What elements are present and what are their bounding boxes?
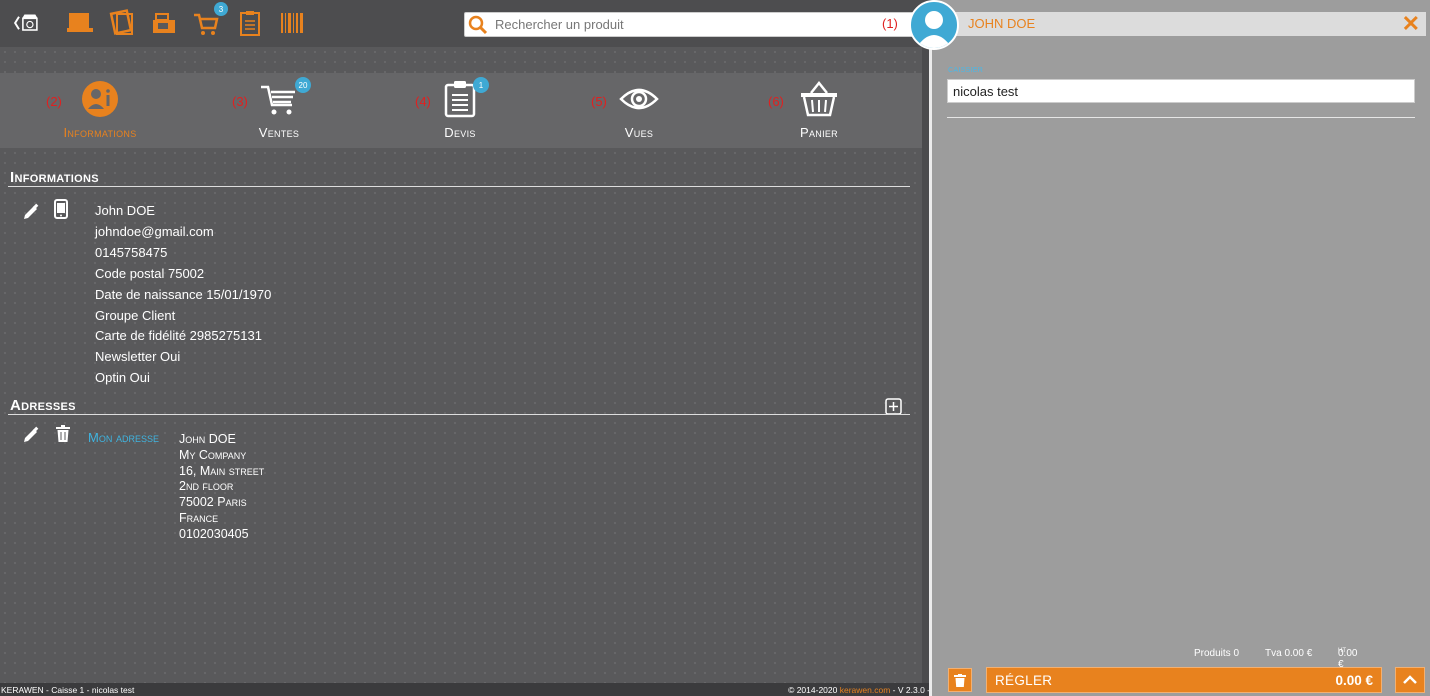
copyright-text: © 2014-2020	[788, 685, 838, 695]
top-toolbar: 3 (1)	[0, 0, 932, 47]
ht-suffix: HT	[1338, 648, 1346, 654]
tab-label: Devis	[444, 125, 476, 140]
cart-count-badge: 3	[214, 2, 228, 16]
quotes-count-badge: 1	[473, 77, 489, 93]
info-line: 0145758475	[95, 244, 168, 260]
marker-1: (1)	[882, 16, 898, 31]
customer-header: JOHN DOE ✕	[932, 12, 1426, 36]
mobile-phone-icon[interactable]	[52, 198, 70, 220]
avatar[interactable]	[909, 0, 959, 50]
footer-copyright: © 2014-2020 kerawen.com - V 2.3.0 -	[788, 685, 930, 695]
customer-details: Informations John DOE johndoe@gmail.com …	[0, 148, 922, 683]
info-line: John DOE	[95, 203, 155, 218]
catalog-icon[interactable]	[108, 9, 136, 37]
cashier-field[interactable]: nicolas test	[947, 79, 1415, 103]
info-line: Groupe Client	[95, 307, 176, 323]
version-text: - V 2.3.0 -	[892, 685, 930, 695]
tab-label: Ventes	[258, 125, 300, 140]
tab-panier[interactable]: Panier	[739, 73, 899, 148]
delete-address-trash-icon[interactable]	[53, 424, 73, 444]
sales-count-badge: 20	[295, 77, 311, 93]
info-line: johndoe@gmail.com	[95, 223, 214, 239]
info-line: Carte de fidélité 2985275131	[95, 328, 262, 344]
clipboard-icon[interactable]	[236, 9, 264, 37]
info-line: Date de naissance 15/01/1970	[95, 286, 272, 302]
edit-address-pencil-icon[interactable]	[20, 424, 42, 446]
pay-amount: 0.00 €	[1335, 673, 1373, 688]
cash-register-icon[interactable]	[150, 9, 178, 37]
address-line: 0102030405	[179, 526, 249, 541]
back-store-icon[interactable]	[12, 9, 40, 37]
tab-label: Informations	[63, 125, 137, 140]
address-line: John DOE	[179, 432, 236, 446]
tab-informations[interactable]: Informations	[20, 73, 180, 148]
tab-vues[interactable]: Vues	[559, 73, 719, 148]
search-box[interactable]	[464, 12, 914, 37]
chevron-up-icon	[1403, 675, 1417, 684]
tab-ventes[interactable]: 20 Ventes	[199, 73, 359, 148]
address-line: 2nd floor	[179, 479, 234, 494]
clipboard-icon	[444, 81, 476, 118]
header-spacer	[0, 47, 922, 73]
address-line: 16, Main street	[179, 463, 265, 478]
search-input[interactable]	[491, 13, 913, 36]
edit-pencil-icon[interactable]	[20, 201, 42, 223]
basket-icon	[801, 80, 837, 117]
cashier-label: CAISSIER	[948, 67, 984, 74]
tab-devis[interactable]: 1 Devis	[380, 73, 540, 148]
tva-total: Tva 0.00 €	[1265, 648, 1313, 659]
search-icon[interactable]	[465, 14, 491, 36]
customer-tabs: (2) Informations (3) 20 Ventes (4) 1 Dev…	[0, 73, 922, 148]
cart-icon	[261, 85, 295, 115]
divider	[8, 186, 910, 187]
informations-title: Informations	[10, 169, 99, 186]
info-line: Optin Oui	[95, 370, 150, 386]
barcode-icon[interactable]	[278, 9, 306, 37]
add-address-icon[interactable]	[884, 397, 902, 415]
divider	[947, 117, 1415, 118]
customer-info-icon	[82, 81, 118, 117]
customer-info-list: John DOE johndoe@gmail.com 0145758475 Co…	[95, 201, 271, 389]
address-name-link[interactable]: Mon adresse	[88, 430, 159, 445]
pay-button[interactable]: RÉGLER 0.00 €	[986, 667, 1382, 693]
tab-label: Panier	[800, 125, 838, 140]
cart-actions: RÉGLER 0.00 €	[932, 666, 1430, 696]
cart-panel: JOHN DOE ✕ CAISSIER nicolas test Produit…	[932, 0, 1430, 696]
address-line: France	[179, 510, 219, 525]
customer-name[interactable]: JOHN DOE	[968, 16, 1035, 31]
status-footer: KERAWEN - Caisse 1 - nicolas test © 2014…	[0, 683, 932, 696]
products-count: Produits 0	[1194, 648, 1240, 659]
brand-link[interactable]: kerawen.com	[840, 685, 891, 695]
info-line: Code postal 75002	[95, 265, 205, 281]
expand-button[interactable]	[1395, 667, 1425, 693]
adresses-title: Adresses	[10, 397, 76, 414]
footer-session-info: KERAWEN - Caisse 1 - nicolas test	[1, 685, 135, 695]
clear-cart-button[interactable]	[948, 668, 972, 692]
trash-icon	[954, 673, 966, 687]
tab-label: Vues	[624, 125, 654, 140]
info-line: Newsletter Oui	[95, 349, 181, 365]
address-line: 75002 Paris	[179, 495, 247, 510]
eye-icon	[619, 88, 659, 110]
laptop-icon[interactable]	[66, 9, 94, 37]
pay-label: RÉGLER	[995, 673, 1053, 688]
address-line: My Company	[179, 447, 247, 462]
close-icon[interactable]: ✕	[1402, 13, 1420, 35]
divider	[8, 414, 910, 415]
address-block: John DOE My Company 16, Main street 2nd …	[179, 432, 264, 543]
